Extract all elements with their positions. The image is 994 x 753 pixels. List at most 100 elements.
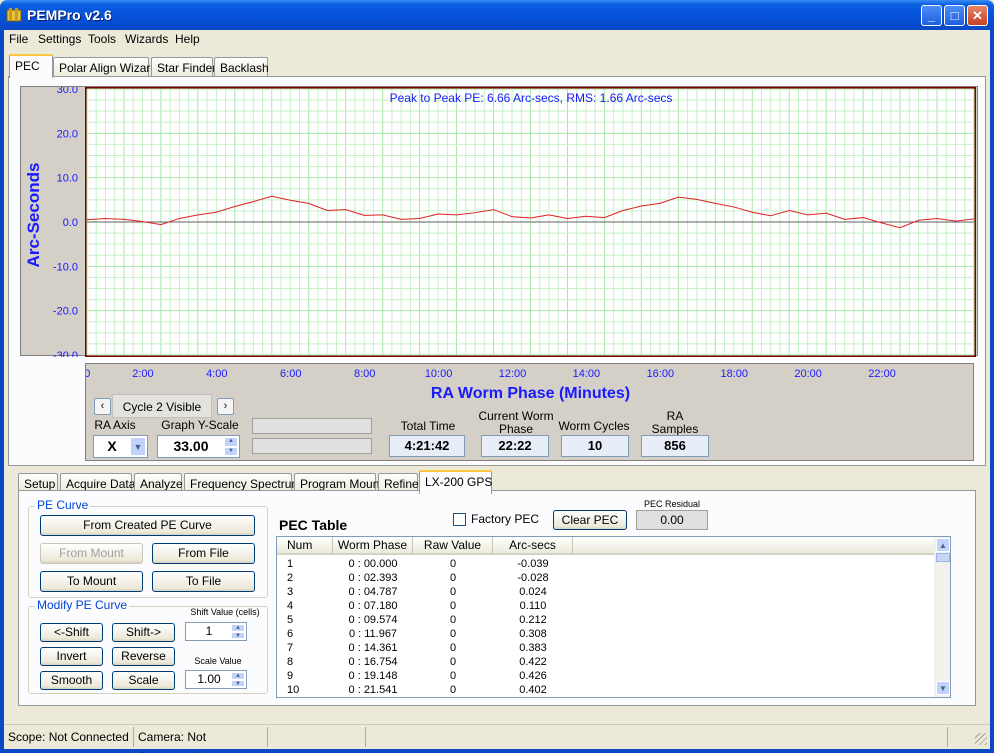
ra-axis-value: X: [107, 438, 117, 454]
menu-wizards[interactable]: Wizards: [125, 32, 168, 46]
scale-value-spinner[interactable]: 1.00 ▲ ▼: [185, 670, 247, 689]
scroll-down-icon[interactable]: ▼: [936, 681, 950, 695]
table-cell: 5: [287, 614, 294, 626]
y-tick-label: -30.0: [53, 350, 78, 357]
menu-help[interactable]: Help: [175, 32, 200, 46]
smooth-button[interactable]: Smooth: [40, 671, 103, 690]
table-row[interactable]: 5 0 : 09.574 0 0.212: [277, 613, 935, 627]
x-tick-label: 8:00: [354, 368, 375, 380]
table-row[interactable]: 4 0 : 07.180 0 0.110: [277, 599, 935, 613]
tab-pec[interactable]: PEC: [9, 54, 53, 78]
tab-backlash[interactable]: Backlash: [214, 57, 269, 78]
cycle-label: Cycle 2 Visible: [112, 394, 212, 418]
y-tick-label: 30.0: [57, 87, 78, 96]
resize-grip-icon[interactable]: [975, 733, 987, 745]
clear-pec-button[interactable]: Clear PEC: [553, 510, 627, 530]
shift-left-button[interactable]: <-Shift: [40, 623, 103, 642]
chevron-down-icon[interactable]: ▼: [130, 437, 146, 456]
tab-star-finder[interactable]: Star Finder: [151, 57, 216, 78]
spin-down-icon[interactable]: ▼: [224, 446, 238, 456]
x-tick-label: 18:00: [720, 368, 748, 380]
scroll-up-icon[interactable]: ▲: [936, 538, 950, 552]
x-axis-panel: 0:00 2:00 4:00 6:00 8:00 10:00 12:00 14:00 16:00…: [85, 363, 974, 461]
col-num[interactable]: Num: [277, 537, 333, 555]
table-row[interactable]: 1 0 : 00.000 0 -0.039: [277, 557, 935, 571]
table-cell: 0.422: [519, 656, 547, 668]
table-scrollbar[interactable]: ▲ ▼: [934, 537, 950, 697]
ra-axis-select[interactable]: X ▼: [93, 435, 148, 458]
table-row[interactable]: 7 0 : 14.361 0 0.383: [277, 641, 935, 655]
prev-cycle-button[interactable]: ‹: [94, 398, 111, 415]
pe-chart: 30.0 20.0 10.0 0.0 -10.0 -20.0 -30.0 Arc-Secon…: [20, 86, 978, 357]
spin-down-icon[interactable]: ▼: [231, 631, 245, 639]
shift-value-spinner[interactable]: 1 ▲ ▼: [185, 622, 247, 641]
pec-residual-label: PEC Residual: [643, 499, 701, 509]
reverse-button[interactable]: Reverse: [112, 647, 175, 666]
x-tick-label: 14:00: [573, 368, 601, 380]
x-tick-label: 6:00: [280, 368, 301, 380]
y-scale-value: 33.00: [173, 438, 209, 454]
blank-field-2: [252, 438, 372, 454]
next-cycle-button[interactable]: ›: [217, 398, 234, 415]
col-arc-secs[interactable]: Arc-secs: [493, 537, 573, 555]
maximize-button[interactable]: □: [944, 5, 965, 26]
table-cell: 0 : 07.180: [348, 600, 398, 612]
table-cell: 8: [287, 656, 294, 668]
col-raw-value[interactable]: Raw Value: [413, 537, 493, 555]
table-row[interactable]: 9 0 : 19.148 0 0.426: [277, 669, 935, 683]
table-cell: 0 : 21.541: [348, 684, 398, 696]
from-file-button[interactable]: From File: [152, 543, 255, 564]
table-cell: -0.028: [517, 572, 549, 584]
minimize-button[interactable]: _: [921, 5, 942, 26]
tab-polar-align-wizard[interactable]: Polar Align Wizard: [53, 57, 157, 78]
from-mount-button[interactable]: From Mount: [40, 543, 143, 564]
table-cell: 0.110: [519, 600, 547, 612]
spin-up-icon[interactable]: ▲: [224, 437, 238, 447]
menu-settings[interactable]: Settings: [38, 32, 81, 46]
table-row[interactable]: 6 0 : 11.967 0 0.308: [277, 627, 935, 641]
menu-file[interactable]: File: [9, 32, 28, 46]
table-cell: 0.024: [519, 586, 547, 598]
camera-status: Camera: Not Connected: [136, 727, 268, 753]
spin-up-icon[interactable]: ▲: [231, 672, 245, 680]
total-time-value: 4:21:42: [389, 435, 465, 457]
spin-up-icon[interactable]: ▲: [231, 624, 245, 632]
factory-pec-checkbox[interactable]: [453, 513, 466, 526]
to-mount-button[interactable]: To Mount: [40, 571, 143, 592]
table-cell: 0: [449, 600, 457, 612]
table-cell: 0.426: [519, 670, 547, 682]
table-cell: 0 : 09.574: [348, 614, 398, 626]
shift-right-button[interactable]: Shift->: [112, 623, 175, 642]
table-row[interactable]: 10 0 : 21.541 0 0.402: [277, 683, 935, 697]
scale-button[interactable]: Scale: [112, 671, 175, 690]
ra-samples-label: RA Samples: [651, 409, 699, 436]
x-tick-label: 10:00: [425, 368, 453, 380]
scroll-thumb[interactable]: [936, 553, 950, 562]
from-created-pe-curve-button[interactable]: From Created PE Curve: [40, 515, 255, 536]
tab-lx200-gps[interactable]: LX-200 GPS: [419, 470, 492, 494]
shift-value-label: Shift Value (cells): [190, 607, 260, 617]
title-bar[interactable]: PEMPro v2.6 _ □ ✕: [0, 0, 994, 30]
y-scale-spinner[interactable]: 33.00 ▲ ▼: [157, 435, 240, 458]
table-cell: 4: [287, 600, 294, 612]
menu-tools[interactable]: Tools: [88, 32, 116, 46]
to-file-button[interactable]: To File: [152, 571, 255, 592]
menu-bar: File Settings Tools Wizards Help: [4, 30, 990, 49]
y-tick-label: 0.0: [63, 217, 78, 229]
x-tick-label: 20:00: [794, 368, 822, 380]
worm-phase-value: 22:22: [481, 435, 549, 457]
modify-pe-curve-title: Modify PE Curve: [35, 598, 130, 612]
table-cell: 0 : 16.754: [348, 656, 398, 668]
col-worm-phase[interactable]: Worm Phase: [333, 537, 413, 555]
table-row[interactable]: 8 0 : 16.754 0 0.422: [277, 655, 935, 669]
x-tick-label: 2:00: [132, 368, 153, 380]
pec-table[interactable]: Num Worm Phase Raw Value Arc-secs 1 0 : 0…: [276, 536, 951, 698]
table-row[interactable]: 2 0 : 02.393 0 -0.028: [277, 571, 935, 585]
spin-down-icon[interactable]: ▼: [231, 679, 245, 687]
invert-button[interactable]: Invert: [40, 647, 103, 666]
table-cell: 0: [449, 684, 457, 696]
close-button[interactable]: ✕: [967, 5, 988, 26]
scale-value-label: Scale Value: [194, 656, 242, 666]
table-row[interactable]: 3 0 : 04.787 0 0.024: [277, 585, 935, 599]
x-tick-label: 12:00: [499, 368, 527, 380]
